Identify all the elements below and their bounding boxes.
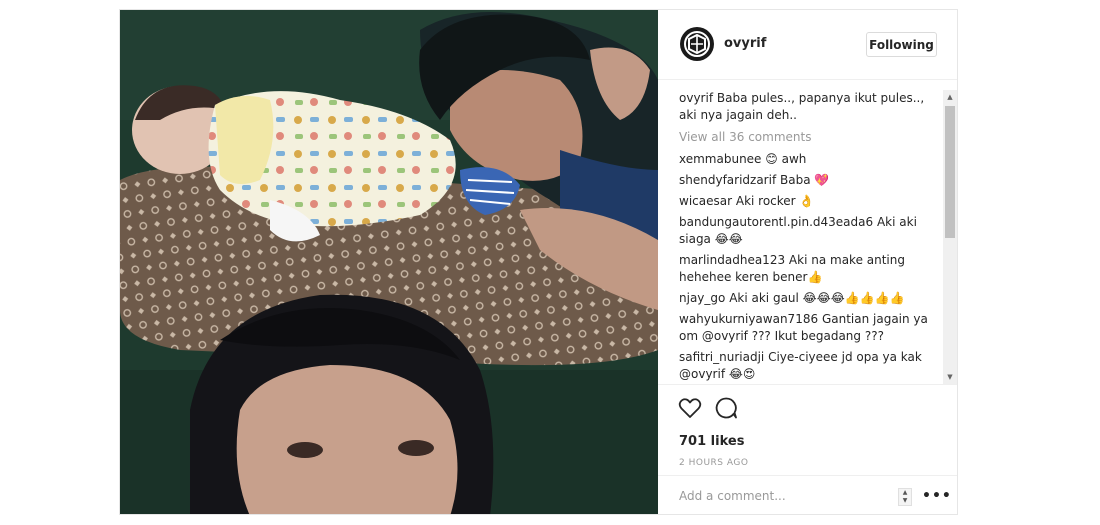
comment-bubble-icon[interactable]	[713, 395, 739, 421]
scroll-up-arrow-icon[interactable]: ▲	[943, 90, 957, 104]
comment-username[interactable]: bandungautorentl.pin.d43eada6	[679, 215, 873, 229]
comment-text: Aki aki gaul 😂😂😂👍👍👍👍	[729, 291, 905, 305]
comments-scrollbar[interactable]: ▲ ▼	[943, 90, 957, 384]
scroll-down-arrow-icon[interactable]: ▼	[943, 370, 957, 384]
caption-username[interactable]: ovyrif	[679, 91, 713, 105]
post-header: ovyrif Following	[658, 10, 957, 80]
comment-username[interactable]: wahyukurniyawan7186	[679, 312, 818, 326]
comment-item: njay_go Aki aki gaul 😂😂😂👍👍👍👍	[679, 290, 935, 307]
comment-item: safitri_nuriadji Ciye-ciyeee jd opa ya k…	[679, 349, 935, 383]
heart-icon[interactable]	[677, 395, 703, 421]
post-sidebar: ovyrif Following ovyrif Baba pules.., pa…	[658, 10, 957, 514]
add-comment-bar: ▲▼ •••	[658, 475, 957, 514]
post-timestamp: 2 HOURS AGO	[679, 458, 749, 468]
comment-text: Baba 💖	[780, 173, 830, 187]
comment-item: bandungautorentl.pin.d43eada6 Aki aki si…	[679, 214, 935, 248]
caption-text: Baba pules.., papanya ikut pules.., aki …	[679, 91, 925, 122]
more-options-icon[interactable]: •••	[922, 488, 952, 504]
comments-list[interactable]: ovyrif Baba pules.., papanya ikut pules.…	[679, 90, 941, 384]
post-username[interactable]: ovyrif	[724, 36, 766, 51]
following-button[interactable]: Following	[866, 32, 937, 57]
add-comment-input[interactable]	[679, 486, 889, 506]
comment-item: xemmabunee 😊 awh	[679, 151, 935, 168]
post-caption: ovyrif Baba pules.., papanya ikut pules.…	[679, 90, 935, 124]
comment-username[interactable]: safitri_nuriadji	[679, 350, 764, 364]
post-actions: 701 likes 2 HOURS AGO ▲▼ •••	[658, 384, 957, 514]
post-photo[interactable]	[120, 10, 658, 514]
instagram-post: ovyrif Following ovyrif Baba pules.., pa…	[119, 9, 958, 515]
likes-count[interactable]: 701 likes	[679, 434, 744, 449]
scrollbar-thumb[interactable]	[945, 106, 955, 238]
comment-item: shendyfaridzarif Baba 💖	[679, 172, 935, 189]
comment-item: wicaesar Aki rocker 👌	[679, 193, 935, 210]
comment-username[interactable]: wicaesar	[679, 194, 732, 208]
view-all-comments-link[interactable]: View all 36 comments	[679, 129, 935, 146]
avatar[interactable]	[679, 26, 715, 62]
comment-username[interactable]: shendyfaridzarif	[679, 173, 776, 187]
comment-username[interactable]: xemmabunee	[679, 152, 761, 166]
comment-text: 😊 awh	[765, 152, 807, 166]
comment-item: wahyukurniyawan7186 Gantian jagain ya om…	[679, 311, 935, 345]
input-spinner-icon[interactable]: ▲ ▼	[898, 488, 912, 506]
comment-username[interactable]: marlindadhea123	[679, 253, 785, 267]
comment-item: marlindadhea123 Aki na make anting heheh…	[679, 252, 935, 286]
comment-text: Aki rocker 👌	[735, 194, 815, 208]
comment-username[interactable]: njay_go	[679, 291, 725, 305]
